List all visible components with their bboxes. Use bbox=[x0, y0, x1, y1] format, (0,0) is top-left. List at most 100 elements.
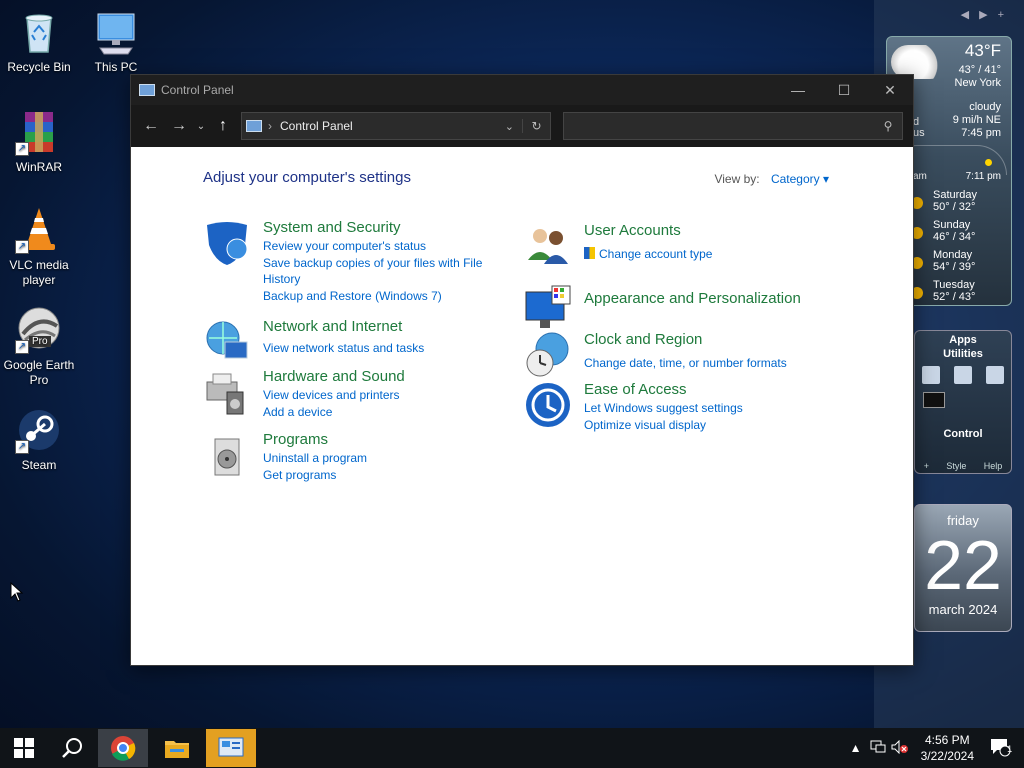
desktop-icon-google-earth[interactable]: Pro ↗ Google Earth Pro bbox=[1, 306, 77, 388]
category-link[interactable]: Let Windows suggest settings bbox=[584, 400, 743, 416]
control-panel-window: Control Panel — ☐ ✕ ← → ⌄ ↑ › Control Pa… bbox=[130, 74, 914, 666]
desktop-icon-label: This PC bbox=[94, 60, 138, 74]
view-by-dropdown[interactable]: Category ▾ bbox=[771, 172, 829, 186]
notification-center-button[interactable]: 1 bbox=[984, 737, 1024, 760]
search-button[interactable] bbox=[48, 728, 96, 768]
category-link[interactable]: View network status and tasks bbox=[263, 340, 424, 356]
category-link[interactable]: View devices and printers bbox=[263, 387, 405, 403]
close-button[interactable]: ✕ bbox=[867, 75, 913, 105]
category-link[interactable]: History bbox=[263, 271, 482, 287]
category-link[interactable]: Get programs bbox=[263, 467, 367, 483]
shortcut-arrow-icon: ↗ bbox=[15, 340, 29, 354]
apps-gadget[interactable]: Apps Utilities Control + Style Help bbox=[914, 330, 1012, 474]
desktop-icon-vlc[interactable]: ↗ VLC media player bbox=[1, 206, 77, 288]
pro-badge: Pro bbox=[29, 336, 51, 347]
sidebar-nav-icons[interactable]: ◀▶+ bbox=[961, 8, 1014, 21]
window-title: Control Panel bbox=[161, 83, 234, 97]
search-box[interactable]: ⚲ bbox=[563, 112, 903, 140]
category-title[interactable]: Hardware and Sound bbox=[263, 368, 405, 386]
app-tile-icon[interactable] bbox=[922, 366, 940, 384]
category-link[interactable]: Optimize visual display bbox=[584, 417, 743, 433]
desktop-icon-steam[interactable]: ↗ Steam bbox=[1, 406, 77, 473]
weather-time: 7:45 pm bbox=[961, 127, 1001, 139]
mouse-cursor-icon bbox=[10, 581, 24, 607]
back-button[interactable]: ← bbox=[137, 112, 165, 140]
recent-locations-button[interactable]: ⌄ bbox=[193, 112, 209, 140]
category-clock-region: Clock and Region Change date, time, or n… bbox=[524, 331, 787, 377]
printer-icon bbox=[203, 368, 251, 416]
forecast-day: Monday 54° / 39° bbox=[933, 249, 976, 273]
category-title[interactable]: Programs bbox=[263, 431, 367, 449]
google-earth-icon: Pro ↗ bbox=[15, 306, 63, 354]
category-link[interactable]: Review your computer's status bbox=[263, 238, 482, 254]
category-link[interactable]: Change date, time, or number formats bbox=[584, 355, 787, 371]
address-bar[interactable]: › Control Panel ⌄ ↻ bbox=[241, 112, 551, 140]
forward-button[interactable]: → bbox=[165, 112, 193, 140]
apps-gadget-help[interactable]: Help bbox=[984, 461, 1003, 471]
apps-gadget-icons bbox=[915, 366, 1011, 384]
forecast-day: Tuesday 52° / 43° bbox=[933, 279, 976, 303]
shortcut-arrow-icon: ↗ bbox=[15, 142, 29, 156]
apps-gadget-add[interactable]: + bbox=[924, 461, 929, 471]
category-link[interactable]: Change account type bbox=[584, 246, 712, 262]
clock-globe-icon bbox=[524, 331, 572, 379]
weather-wind: 9 mi/h NE bbox=[952, 114, 1001, 126]
category-link[interactable]: Save backup copies of your files with Fi… bbox=[263, 255, 482, 271]
clock-time: 4:56 PM bbox=[924, 733, 970, 747]
search-icon[interactable]: ⚲ bbox=[874, 119, 902, 133]
refresh-button[interactable]: ↻ bbox=[522, 119, 550, 133]
category-title[interactable]: Network and Internet bbox=[263, 318, 424, 336]
calendar-day: 22 bbox=[924, 526, 1002, 604]
search-icon bbox=[62, 738, 82, 758]
category-appearance: Appearance and Personalization bbox=[524, 284, 801, 328]
category-ease-of-access: Ease of Access Let Windows suggest setti… bbox=[524, 381, 743, 433]
category-link[interactable]: Uninstall a program bbox=[263, 450, 367, 466]
navigation-bar: ← → ⌄ ↑ › Control Panel ⌄ ↻ ⚲ bbox=[131, 105, 913, 147]
volume-muted-icon[interactable] bbox=[889, 739, 911, 757]
address-dropdown-icon[interactable]: ⌄ bbox=[497, 120, 522, 133]
app-tile-icon[interactable] bbox=[954, 366, 972, 384]
desktop-icon-this-pc[interactable]: This PC bbox=[78, 8, 154, 75]
category-user-accounts: System and Security User Accounts Change… bbox=[524, 222, 712, 264]
category-link[interactable]: Backup and Restore (Windows 7) bbox=[263, 288, 482, 304]
maximize-button[interactable]: ☐ bbox=[821, 75, 867, 105]
windows-logo-icon bbox=[14, 738, 34, 758]
apps-gadget-style[interactable]: Style bbox=[946, 461, 966, 471]
search-input[interactable] bbox=[564, 118, 874, 134]
minimize-button[interactable]: — bbox=[775, 75, 821, 105]
category-title[interactable]: Ease of Access bbox=[584, 381, 743, 399]
category-title[interactable]: System and Security bbox=[263, 219, 482, 237]
apps-gadget-subtitle: Utilities bbox=[943, 348, 983, 360]
shield-icon bbox=[203, 219, 251, 267]
folder-icon bbox=[165, 741, 189, 758]
sunset-time: 7:11 pm bbox=[965, 171, 1001, 182]
category-title[interactable]: Appearance and Personalization bbox=[584, 290, 801, 308]
taskbar-clock[interactable]: 4:56 PM 3/22/2024 bbox=[921, 732, 974, 764]
taskbar-file-explorer[interactable] bbox=[152, 729, 202, 767]
terminal-icon[interactable] bbox=[923, 392, 945, 408]
category-title[interactable]: Clock and Region bbox=[584, 331, 787, 349]
uac-shield-icon bbox=[584, 247, 595, 259]
desktop-icon-winrar[interactable]: ↗ WinRAR bbox=[1, 108, 77, 175]
calendar-gadget[interactable]: friday 22 march 2024 bbox=[914, 504, 1012, 632]
start-button[interactable] bbox=[0, 728, 48, 768]
category-system-security: System and Security Review your computer… bbox=[203, 219, 482, 304]
system-tray: ▲ 4:56 PM 3/22/2024 1 bbox=[845, 732, 1024, 764]
category-title[interactable]: User Accounts bbox=[584, 222, 712, 240]
taskbar-control-panel[interactable] bbox=[206, 729, 256, 767]
desktop-icon-recycle-bin[interactable]: Recycle Bin bbox=[1, 8, 77, 75]
page-title: Adjust your computer's settings bbox=[203, 169, 411, 186]
desktop-icon-label: Recycle Bin bbox=[7, 60, 71, 74]
app-tile-icon[interactable] bbox=[986, 366, 1004, 384]
taskbar-chrome[interactable] bbox=[98, 729, 148, 767]
category-hardware-sound: Hardware and Sound View devices and prin… bbox=[203, 368, 405, 420]
category-link[interactable]: Add a device bbox=[263, 404, 405, 420]
network-icon[interactable] bbox=[867, 740, 889, 757]
calendar-month: march 2024 bbox=[928, 602, 998, 617]
up-button[interactable]: ↑ bbox=[209, 112, 237, 140]
winrar-icon: ↗ bbox=[15, 108, 63, 156]
window-titlebar[interactable]: Control Panel — ☐ ✕ bbox=[131, 75, 913, 105]
show-hidden-icons-icon[interactable]: ▲ bbox=[845, 741, 867, 755]
users-icon bbox=[524, 222, 572, 270]
steam-icon: ↗ bbox=[15, 406, 63, 454]
